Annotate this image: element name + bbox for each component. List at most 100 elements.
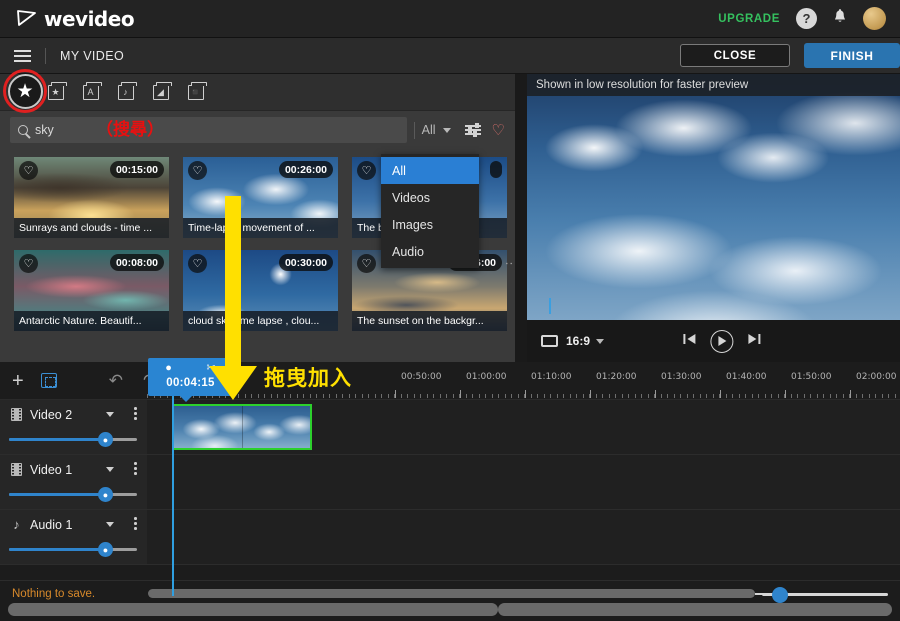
close-button[interactable]: CLOSE — [680, 44, 790, 67]
filter-option-images[interactable]: Images — [381, 211, 479, 238]
undo-icon[interactable]: ↶ — [109, 371, 123, 391]
aspect-ratio-value[interactable]: 16:9 — [566, 334, 590, 348]
volume-knob[interactable]: ● — [98, 487, 113, 502]
hamburger-icon[interactable] — [14, 49, 31, 62]
track-menu-icon[interactable] — [134, 462, 138, 477]
preview-stage[interactable] — [527, 74, 900, 320]
page-hscrollbar-left[interactable] — [8, 603, 498, 616]
filter-option-videos[interactable]: Videos — [381, 184, 479, 211]
upgrade-link[interactable]: UPGRADE — [718, 13, 780, 25]
timeline-hscrollbar[interactable] — [148, 589, 755, 598]
finish-button[interactable]: FINISH — [804, 43, 900, 68]
track-header-video-2[interactable]: Video 2 ● — [0, 400, 147, 454]
skip-next-icon[interactable] — [746, 332, 761, 350]
favorite-icon[interactable]: ♡ — [357, 161, 376, 180]
panel-resize-handle[interactable]: ⋮ — [504, 257, 519, 270]
help-icon[interactable]: ? — [796, 8, 817, 29]
track-body-video-2[interactable] — [147, 400, 900, 454]
volume-knob[interactable]: ● — [98, 432, 113, 447]
ruler-tick — [517, 394, 519, 398]
play-logo-icon — [17, 10, 36, 26]
playhead-line[interactable] — [172, 396, 174, 596]
ruler-tick — [602, 394, 603, 398]
image-icon[interactable]: ◾ — [185, 82, 207, 103]
track-menu-icon[interactable] — [134, 407, 138, 422]
favorite-icon[interactable]: ♡ — [188, 161, 207, 180]
ruler-tick — [803, 394, 805, 398]
timeline-tracks: Video 2 ● Video 1 ● ♪ Audio 1 ● — [0, 400, 900, 581]
plus-icon[interactable]: + — [12, 371, 24, 391]
ruler-tick — [686, 394, 688, 398]
filter-option-all[interactable]: All — [381, 157, 479, 184]
volume-slider[interactable]: ● — [9, 487, 137, 502]
search-input[interactable]: sky （搜尋） — [10, 117, 407, 143]
media-item[interactable]: ♡ 00:15:00 Sunrays and clouds - time ... — [14, 157, 169, 238]
media-item[interactable]: ♡ 00:26:00 Time-lapse movement of ... — [183, 157, 338, 238]
favorite-icon[interactable]: ♡ — [19, 254, 38, 273]
preview-frame-image — [527, 74, 900, 320]
duration-badge — [490, 161, 502, 178]
media-item[interactable]: ♡ 00:30:00 cloud sky time lapse , clou..… — [183, 250, 338, 331]
film-icon — [11, 463, 22, 476]
track-body-video-1[interactable] — [147, 455, 900, 509]
ruler-tick — [628, 394, 629, 398]
sliders-icon[interactable] — [464, 123, 481, 137]
ruler-tick — [433, 394, 434, 398]
track-body-audio-1[interactable] — [147, 510, 900, 564]
search-value: sky — [35, 123, 54, 137]
timeline-clip[interactable] — [172, 404, 312, 450]
brand-logo[interactable]: wevideo — [16, 7, 135, 31]
ruler-tick — [777, 394, 779, 398]
filter-option-audio[interactable]: Audio — [381, 238, 479, 265]
ruler-tick — [595, 394, 597, 398]
ruler-label: 01:00:00 — [466, 372, 507, 382]
transition-icon[interactable]: ◢ — [150, 82, 172, 103]
frame-icon — [541, 335, 558, 347]
volume-slider[interactable]: ● — [9, 432, 137, 447]
film-icon — [11, 408, 22, 421]
ruler-tick-major — [655, 390, 656, 398]
ruler-tick-major — [460, 390, 461, 398]
text-icon[interactable]: A — [80, 82, 102, 103]
ruler-tick-major — [850, 390, 851, 398]
preview-panel: Shown in low resolution for faster previ… — [515, 74, 900, 362]
page-hscrollbar-right[interactable] — [498, 603, 892, 616]
annotation-arrow-head — [209, 366, 257, 400]
zoom-slider-knob[interactable] — [772, 587, 788, 603]
duration-badge: 00:30:00 — [278, 254, 333, 271]
star-icon[interactable]: ★ — [7, 73, 43, 109]
heart-icon[interactable]: ♡ — [492, 121, 505, 139]
chevron-down-icon[interactable] — [596, 338, 605, 344]
duplicate-icon[interactable] — [40, 373, 57, 388]
chevron-down-icon[interactable] — [106, 412, 114, 417]
timeline-ruler[interactable]: 00:50:00 01:00:00 01:10:00 01:20:00 01:3… — [147, 362, 900, 400]
avatar[interactable] — [863, 7, 886, 30]
chevron-down-icon[interactable] — [106, 522, 114, 527]
ruler-tick — [842, 394, 844, 398]
favorite-icon[interactable]: ♡ — [19, 161, 38, 180]
media-item[interactable]: ♡ 00:08:00 Antarctic Nature. Beautif... — [14, 250, 169, 331]
audio-icon[interactable]: ♪ — [115, 82, 137, 103]
track-header-audio-1[interactable]: ♪ Audio 1 ● — [0, 510, 147, 564]
filter-select[interactable]: All — [422, 123, 436, 137]
ruler-tick — [270, 394, 272, 398]
volume-slider[interactable]: ● — [9, 542, 137, 557]
chevron-down-icon[interactable] — [106, 467, 114, 472]
play-icon[interactable] — [709, 329, 733, 353]
favorite-icon[interactable]: ♡ — [188, 254, 207, 273]
ruler-tick — [855, 394, 857, 398]
volume-knob[interactable]: ● — [98, 542, 113, 557]
track-header-video-1[interactable]: Video 1 ● — [0, 455, 147, 509]
top-bar: wevideo UPGRADE ? — [0, 0, 900, 38]
folder-star-icon[interactable]: ★ — [45, 82, 67, 103]
skip-previous-icon[interactable] — [682, 332, 697, 350]
ruler-tick — [550, 394, 551, 398]
timeline-toolbar: + ↶ ↷ 00:50:00 01:00:00 01:10:00 01:20:0… — [0, 358, 900, 402]
track-menu-icon[interactable] — [134, 517, 138, 532]
bell-icon[interactable] — [833, 8, 847, 29]
chevron-down-icon[interactable] — [442, 127, 451, 133]
favorite-icon[interactable]: ♡ — [357, 254, 376, 273]
pin-icon[interactable]: ● — [165, 362, 172, 374]
search-icon — [18, 125, 28, 135]
media-title: The sunset on the backgr... — [352, 311, 507, 331]
